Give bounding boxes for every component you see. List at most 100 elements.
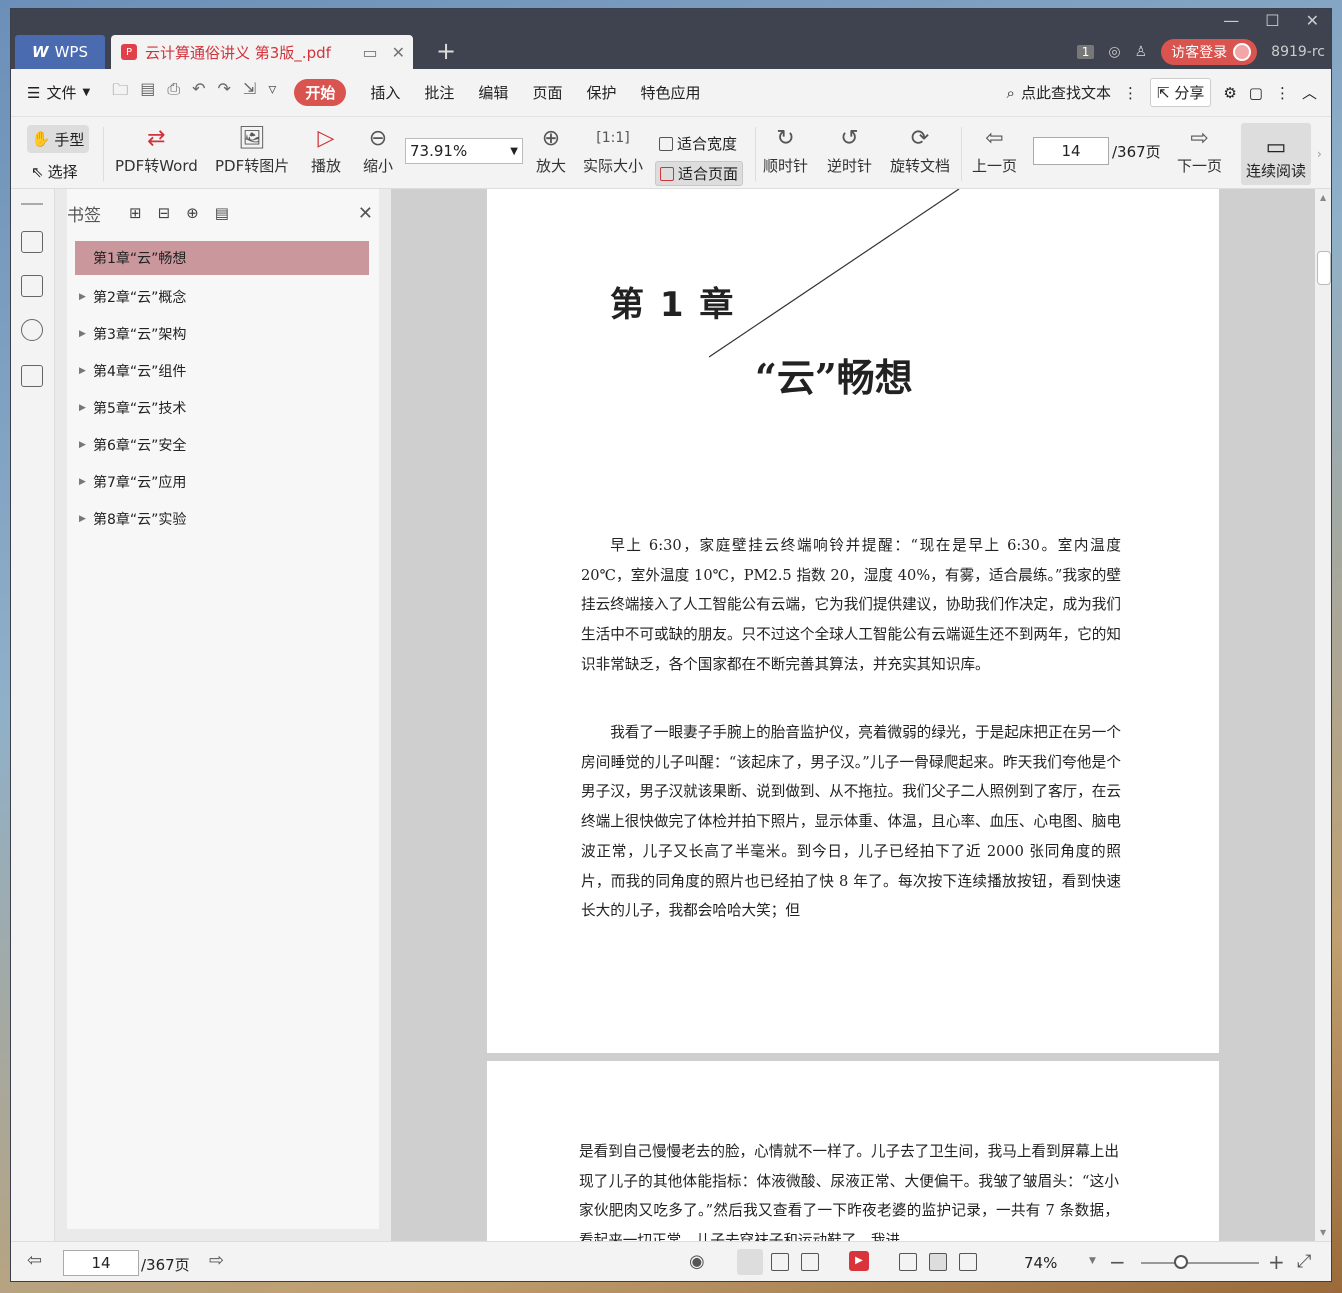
fit-page-status-icon[interactable]	[929, 1253, 947, 1271]
expand-arrow-icon[interactable]: ▶	[79, 292, 93, 302]
scroll-down-arrow-icon[interactable]: ▼	[1320, 1228, 1326, 1237]
annotation-icon[interactable]	[21, 319, 43, 341]
next-page-button[interactable]: ⇨ 下一页	[1177, 121, 1222, 176]
comment-icon[interactable]: ▢	[1249, 84, 1263, 102]
shirt-icon[interactable]: ♙	[1135, 44, 1148, 60]
toolbar-scroll-right-icon[interactable]: ›	[1317, 147, 1322, 161]
pdf-to-image-button[interactable]: 🖼 PDF转图片	[215, 121, 289, 176]
zoom-plus-icon[interactable]: +	[1268, 1250, 1285, 1274]
expand-arrow-icon[interactable]: ▶	[79, 477, 93, 487]
prev-page-button[interactable]: ⇦ 上一页	[972, 121, 1017, 176]
menu-tab-page[interactable]: 页面	[532, 79, 562, 106]
two-page-icon[interactable]	[801, 1253, 819, 1271]
expand-all-icon[interactable]: ⊞	[129, 204, 142, 222]
play-slideshow-icon[interactable]: ▶	[849, 1251, 869, 1271]
menu-tab-start[interactable]: 开始	[294, 79, 347, 106]
status-next-page-icon[interactable]: ⇨	[209, 1250, 224, 1271]
bookmark-item[interactable]: ▶ 第4章“云”组件	[75, 352, 369, 389]
add-bookmark-icon[interactable]: ⊕	[186, 204, 199, 222]
redo-icon[interactable]: ↷	[218, 79, 231, 106]
drag-handle[interactable]	[21, 203, 43, 205]
bookmark-item[interactable]: ▶ 第3章“云”架构	[75, 315, 369, 352]
zoom-minus-icon[interactable]: −	[1109, 1250, 1126, 1274]
maximize-button[interactable]: ☐	[1265, 11, 1279, 30]
guest-login-button[interactable]: 访客登录	[1161, 39, 1258, 65]
new-tab-button[interactable]: +	[436, 37, 456, 65]
status-zoom-level[interactable]: 74%	[1024, 1254, 1057, 1272]
menu-tab-edit[interactable]: 编辑	[478, 79, 508, 106]
fit-page-button[interactable]: 适合页面	[655, 161, 744, 186]
fit-width-button[interactable]: 适合宽度	[659, 133, 737, 154]
bookmark-item[interactable]: ▶ 第6章“云”安全	[75, 426, 369, 463]
more-chevron-icon[interactable]: ▿	[268, 79, 276, 106]
thumbnail-icon[interactable]	[21, 275, 43, 297]
expand-arrow-icon[interactable]: ▶	[79, 366, 93, 376]
single-page-icon[interactable]	[737, 1249, 763, 1275]
signature-icon[interactable]	[21, 365, 43, 387]
zoom-in-button[interactable]: ⊕ 放大	[536, 121, 566, 176]
window-count-badge[interactable]: 1	[1076, 45, 1095, 59]
expand-arrow-icon[interactable]: ▶	[79, 440, 93, 450]
expand-arrow-icon[interactable]: ▶	[79, 514, 93, 524]
page-number-input[interactable]: 14	[1033, 137, 1109, 165]
find-text-button[interactable]: ⌕ 点此查找文本	[1007, 82, 1111, 103]
scroll-up-arrow-icon[interactable]: ▲	[1320, 193, 1326, 202]
collapse-ribbon-icon[interactable]: ︿	[1302, 82, 1317, 103]
rotate-document-button[interactable]: ⟳ 旋转文档	[890, 121, 950, 176]
rotate-clockwise-button[interactable]: ↻ 顺时针	[763, 121, 808, 176]
menu-tab-protect[interactable]: 保护	[586, 79, 616, 106]
pdf-to-word-button[interactable]: ⇄ PDF转Word	[115, 121, 198, 176]
pin-tab-icon[interactable]: ▭	[362, 43, 377, 62]
export-icon[interactable]: ⇲	[243, 79, 256, 106]
continuous-page-icon[interactable]	[771, 1253, 789, 1271]
actual-size-button[interactable]: [1:1] 实际大小	[583, 121, 643, 176]
bookmark-item[interactable]: ▶ 第7章“云”应用	[75, 463, 369, 500]
bookmark-item[interactable]: ▶ 第2章“云”概念	[75, 278, 369, 315]
document-tab[interactable]: P 云计算通俗讲义 第3版_.pdf ▭ ✕	[111, 35, 413, 69]
menu-tab-annotate[interactable]: 批注	[424, 79, 454, 106]
settings-gear-icon[interactable]: ⚙	[1223, 84, 1236, 102]
play-button[interactable]: ▷ 播放	[311, 121, 341, 176]
expand-arrow-icon[interactable]: ▶	[79, 329, 93, 339]
zoom-level-select[interactable]: 73.91% ▼	[405, 138, 523, 164]
bookmark-item[interactable]: ▶ 第5章“云”技术	[75, 389, 369, 426]
zoom-slider-knob[interactable]	[1174, 1255, 1188, 1269]
rotate-counterclockwise-button[interactable]: ↺ 逆时针	[827, 121, 872, 176]
status-page-input[interactable]: 14	[63, 1250, 139, 1276]
share-button[interactable]: ⇱ 分享	[1149, 78, 1212, 107]
minimize-button[interactable]: —	[1223, 11, 1239, 30]
select-tool-button[interactable]: ⇖ 选择	[31, 161, 78, 182]
bookmark-list-icon[interactable]	[21, 231, 43, 253]
more-options-icon[interactable]: ⋮	[1275, 84, 1290, 102]
fit-width-status-icon[interactable]	[959, 1253, 977, 1271]
close-tab-icon[interactable]: ✕	[392, 43, 405, 62]
bookmark-options-icon[interactable]: ▤	[215, 204, 229, 222]
more-vertical-icon[interactable]: ⋮	[1123, 84, 1138, 102]
fullscreen-icon[interactable]: ⤢	[1297, 1251, 1311, 1272]
document-viewport[interactable]: 第 1 章 “云”畅想 早上 6:30，家庭壁挂云终端响铃并提醒：“现在是早上 …	[391, 189, 1315, 1241]
save-icon[interactable]: ▤	[140, 79, 155, 106]
wps-home-tab[interactable]: W WPS	[15, 35, 105, 69]
continuous-read-button[interactable]: ▭ 连续阅读	[1241, 123, 1311, 185]
undo-icon[interactable]: ↶	[192, 79, 205, 106]
menu-tab-features[interactable]: 特色应用	[640, 79, 700, 106]
skin-icon[interactable]: ◎	[1108, 44, 1120, 60]
bookmark-item[interactable]: 第1章“云”畅想	[75, 241, 369, 275]
open-folder-icon[interactable]: 🗀	[112, 79, 128, 106]
close-icon[interactable]: ✕	[358, 203, 373, 224]
collapse-all-icon[interactable]: ⊟	[158, 204, 171, 222]
bookmark-item[interactable]: ▶ 第8章“云”实验	[75, 500, 369, 537]
hand-tool-button[interactable]: ✋ 手型	[27, 125, 89, 153]
zoom-dropdown-icon[interactable]: ▼	[1089, 1256, 1096, 1266]
expand-arrow-icon[interactable]: ▶	[79, 403, 93, 413]
scrollbar-thumb[interactable]	[1317, 251, 1331, 285]
actual-size-status-icon[interactable]	[899, 1253, 917, 1271]
menu-tab-insert[interactable]: 插入	[370, 79, 400, 106]
file-menu[interactable]: ☰ 文件 ▼	[27, 82, 90, 103]
vertical-scrollbar[interactable]: ▲ ▼	[1315, 189, 1331, 1241]
eye-protection-icon[interactable]: ◉	[689, 1251, 705, 1272]
zoom-out-button[interactable]: ⊖ 缩小	[363, 121, 393, 176]
print-icon[interactable]: ⎙	[167, 79, 180, 106]
close-window-button[interactable]: ✕	[1306, 11, 1319, 30]
zoom-slider[interactable]	[1141, 1255, 1259, 1269]
